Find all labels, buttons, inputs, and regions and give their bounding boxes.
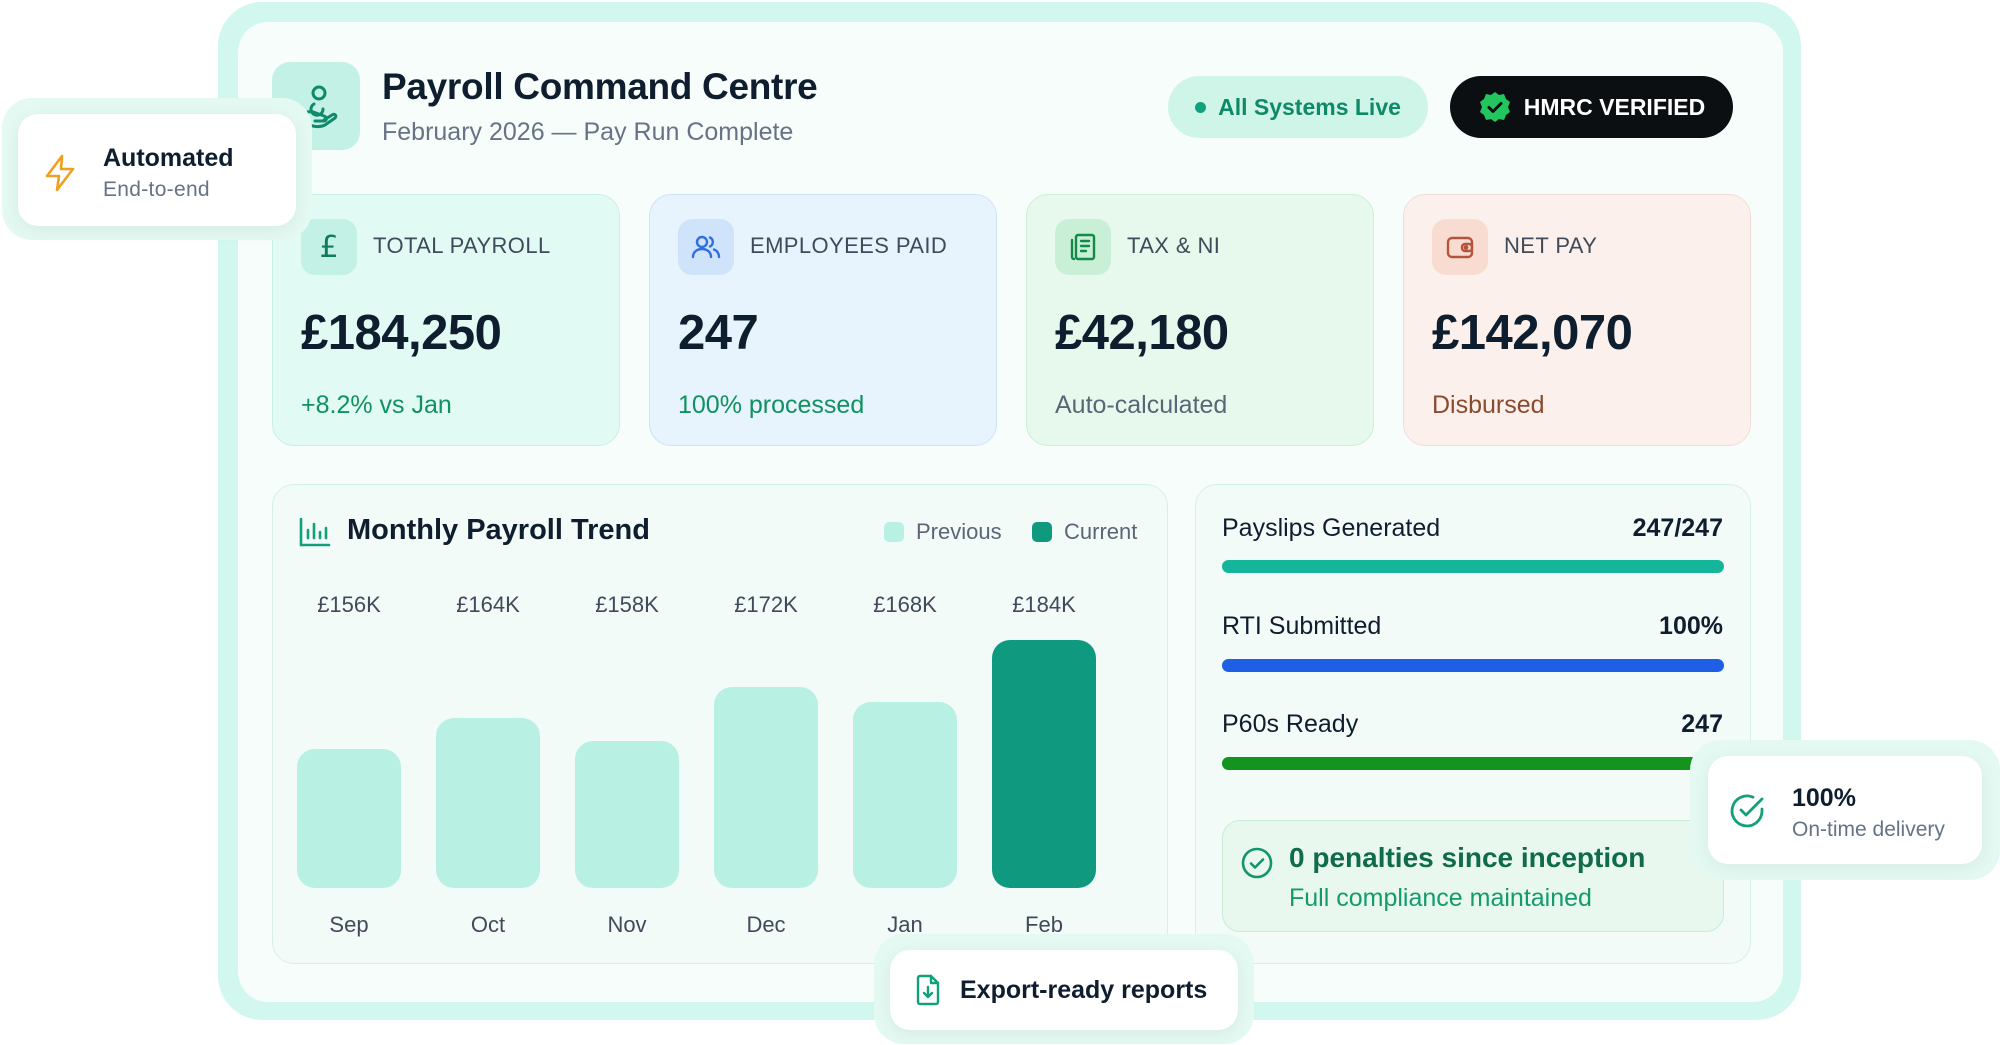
compliance-subtitle: Full compliance maintained [1289, 884, 1592, 912]
export-reports-label[interactable]: Export-ready reports [960, 976, 1207, 1005]
stat-card-employees-paid[interactable]: EMPLOYEES PAID 247 100% processed [649, 194, 997, 446]
stat-card-net-pay[interactable]: NET PAY £142,070 Disbursed [1403, 194, 1751, 446]
bar-value-label: £168K [873, 592, 937, 617]
hmrc-verified-badge[interactable]: HMRC VERIFIED [1450, 76, 1733, 138]
file-download-icon [916, 974, 940, 1006]
stat-icon-bg [1432, 219, 1488, 275]
page-subtitle: February 2026 — Pay Run Complete [382, 118, 794, 146]
stat-label: EMPLOYEES PAID [750, 233, 948, 258]
check-circle-icon [1730, 794, 1764, 828]
stat-label: TOTAL PAYROLL [373, 233, 551, 258]
bar-chart-icon [299, 517, 331, 547]
stat-value: 247 [678, 306, 759, 360]
stat-note: Auto-calculated [1055, 391, 1228, 419]
bar-oct[interactable] [436, 717, 540, 888]
stat-note: Disbursed [1432, 391, 1545, 419]
bar-feb[interactable] [992, 640, 1096, 888]
progress-value-rti: 100% [1659, 612, 1723, 640]
pound-icon: £ [319, 229, 339, 265]
x-axis-label: Sep [329, 912, 369, 937]
bar-nov[interactable] [575, 740, 679, 888]
legend-previous[interactable]: Previous [884, 519, 1002, 545]
legend-label-previous: Previous [916, 519, 1002, 544]
stat-icon-bg: £ [301, 219, 357, 275]
chart-title: Monthly Payroll Trend [347, 514, 650, 546]
bar-value-label: £158K [595, 592, 659, 617]
progress-fill-rti [1222, 659, 1724, 672]
progress-value-payslips: 247/247 [1632, 514, 1723, 542]
page-title: Payroll Command Centre [382, 66, 818, 107]
stat-icon-bg [1055, 219, 1111, 275]
stat-label: NET PAY [1504, 233, 1598, 258]
bar-sep[interactable] [297, 748, 401, 888]
bar-jan[interactable] [853, 702, 957, 888]
systems-status-badge[interactable]: All Systems Live [1168, 76, 1428, 138]
compliance-callout [1222, 820, 1724, 932]
compliance-title: 0 penalties since inception [1289, 842, 1646, 873]
progress-fill-p60s [1222, 757, 1724, 770]
users-icon [691, 235, 721, 259]
progress-label-rti: RTI Submitted [1222, 612, 1382, 640]
delivery-title: 100% [1792, 784, 1856, 812]
verified-badge-icon [1479, 92, 1510, 122]
stat-icon-bg [678, 219, 734, 275]
automated-title: Automated [103, 144, 234, 172]
check-circle-icon [1241, 847, 1273, 879]
progress-value-p60s: 247 [1681, 710, 1723, 738]
hmrc-verified-label: HMRC VERIFIED [1523, 93, 1706, 120]
progress-fill-payslips [1222, 560, 1724, 573]
bar-value-label: £184K [1012, 592, 1076, 617]
stat-value: £142,070 [1432, 306, 1633, 360]
delivery-subtitle: On-time delivery [1792, 818, 1945, 841]
progress-label-payslips: Payslips Generated [1222, 514, 1441, 542]
x-axis-label: Nov [607, 912, 647, 937]
bar-value-label: £156K [317, 592, 381, 617]
stat-card-total-payroll[interactable]: £ TOTAL PAYROLL £184,250 +8.2% vs Jan [272, 194, 620, 446]
stat-card-tax-ni[interactable]: TAX & NI £42,180 Auto-calculated [1026, 194, 1374, 446]
document-icon [1070, 233, 1096, 261]
systems-status-label: All Systems Live [1218, 93, 1401, 120]
x-axis-label: Dec [746, 912, 786, 937]
status-dot-icon [1195, 101, 1207, 113]
legend-swatch-previous [884, 522, 904, 542]
stat-value: £42,180 [1055, 306, 1229, 360]
wallet-icon [1446, 236, 1474, 259]
bar-value-label: £172K [734, 592, 798, 617]
stat-label: TAX & NI [1127, 233, 1221, 258]
stat-change: 100% processed [678, 391, 865, 419]
stat-value: £184,250 [301, 306, 502, 360]
automated-subtitle: End-to-end [103, 178, 210, 201]
bar-value-label: £164K [456, 592, 520, 617]
x-axis-label: Oct [470, 912, 506, 937]
lightning-icon [45, 154, 75, 192]
legend-swatch-current [1032, 522, 1052, 542]
legend-label-current: Current [1064, 519, 1138, 544]
progress-label-p60s: P60s Ready [1222, 710, 1359, 738]
stat-change: +8.2% vs Jan [301, 391, 452, 419]
legend-current[interactable]: Current [1032, 519, 1137, 545]
bar-dec[interactable] [714, 686, 818, 888]
